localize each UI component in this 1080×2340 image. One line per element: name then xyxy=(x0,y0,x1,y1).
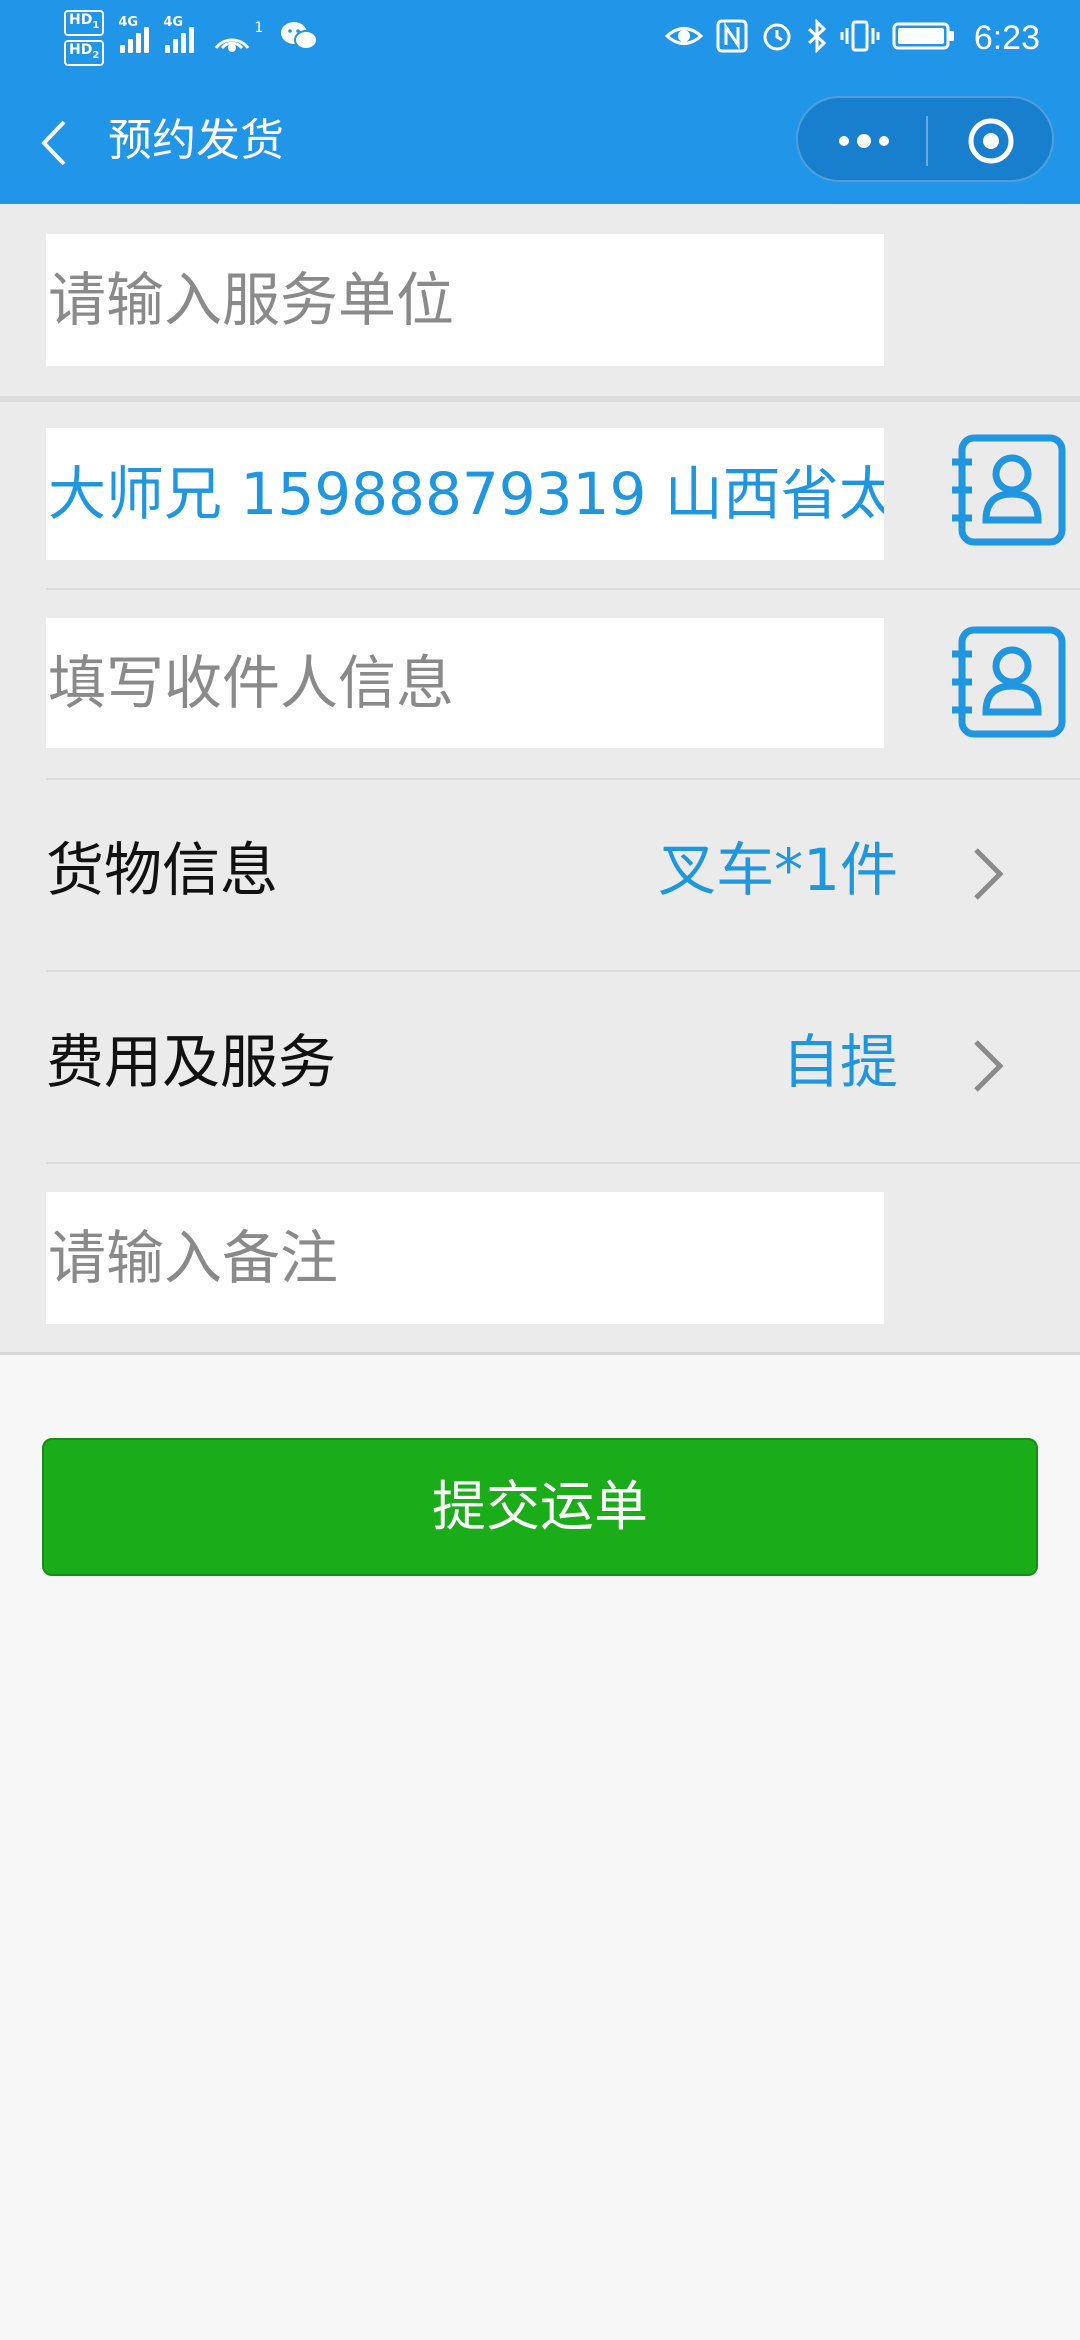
clock: 6:23 xyxy=(973,18,1040,57)
hotspot-count: 1 xyxy=(254,20,264,36)
mini-program-capsule xyxy=(796,96,1054,182)
network-type-2: 4G xyxy=(163,15,184,30)
row-divider xyxy=(46,778,1080,780)
form-bottom-border xyxy=(0,1352,1080,1355)
shipping-form: 请输入服务单位 大师兄 15988879319 山西省太原 填写收件人信息 货物… xyxy=(0,204,1080,1355)
more-dots-icon[interactable] xyxy=(834,124,894,158)
status-left: HD1 HD2 4G 4G 1 xyxy=(64,8,319,68)
close-target-icon[interactable] xyxy=(966,116,1016,166)
address-book-icon[interactable] xyxy=(950,622,1070,742)
remark-input[interactable]: 请输入备注 xyxy=(46,1192,884,1324)
sim1-hd-badge: HD1 xyxy=(64,10,105,36)
fees-service-label: 费用及服务 xyxy=(46,1028,337,1096)
hotspot-icon xyxy=(210,18,254,58)
address-book-icon[interactable] xyxy=(950,430,1070,550)
status-right: 6:23 xyxy=(664,12,1040,64)
capsule-divider xyxy=(926,116,928,166)
service-unit-input[interactable]: 请输入服务单位 xyxy=(46,234,884,366)
signal-icon-1: 4G xyxy=(118,15,150,53)
chevron-right-icon xyxy=(966,844,1010,904)
chevron-right-icon xyxy=(966,1036,1010,1096)
row-divider xyxy=(46,588,1080,590)
goods-info-label: 货物信息 xyxy=(46,836,279,904)
submit-waybill-button[interactable]: 提交运单 xyxy=(42,1438,1038,1576)
back-icon[interactable] xyxy=(36,118,76,168)
sender-info-field[interactable]: 大师兄 15988879319 山西省太原 xyxy=(46,428,884,560)
sim2-hd-badge: HD2 xyxy=(64,40,105,66)
bluetooth-icon xyxy=(806,18,828,57)
receiver-info-field[interactable]: 填写收件人信息 xyxy=(46,618,884,748)
battery-icon xyxy=(892,20,956,56)
fees-service-value: 自提 xyxy=(781,1028,898,1096)
title-bar: 预约发货 xyxy=(0,96,1080,186)
sim-indicators: HD1 HD2 xyxy=(64,10,105,66)
goods-info-value: 叉车*1件 xyxy=(658,836,898,904)
eye-icon xyxy=(664,21,704,55)
page-title: 预约发货 xyxy=(108,115,284,166)
row-divider xyxy=(46,970,1080,972)
vibrate-icon xyxy=(840,19,880,57)
top-bar: HD1 HD2 4G 4G 1 6:23 预约发货 xyxy=(0,0,1080,204)
row-divider xyxy=(46,1162,1080,1164)
nfc-icon xyxy=(716,19,748,57)
signal-icon-2: 4G xyxy=(163,15,195,53)
alarm-icon xyxy=(760,19,794,57)
wechat-icon xyxy=(279,19,319,57)
section-divider xyxy=(0,396,1080,402)
status-bar: HD1 HD2 4G 4G 1 6:23 xyxy=(0,0,1080,76)
network-type-1: 4G xyxy=(118,15,139,30)
